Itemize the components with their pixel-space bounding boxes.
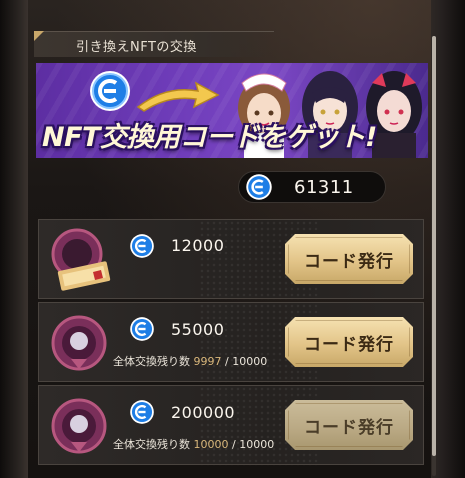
section-title: 引き換えNFTの交換 <box>76 40 197 55</box>
balance-value: 61311 <box>294 177 354 198</box>
arrow-right-icon <box>136 81 220 112</box>
coin-icon <box>246 174 272 200</box>
promo-banner: NFT交換用コードをゲット! <box>36 63 428 158</box>
nft-ticket-icon <box>51 228 111 291</box>
scrollbar-thumb[interactable] <box>432 36 436 456</box>
issue-code-label: コード発行 <box>304 251 394 272</box>
offer-card: 200000 全体交換残り数 10000 / 10000 コード発行 <box>38 385 424 466</box>
section-header: 引き換えNFTの交換 <box>34 31 430 57</box>
issue-code-label: コード発行 <box>304 417 394 438</box>
coin-icon <box>130 234 154 258</box>
nft-badge-icon <box>51 315 107 371</box>
issue-code-button[interactable]: コード発行 <box>285 400 413 450</box>
coin-icon <box>90 71 130 111</box>
header-corner-accent <box>34 31 44 41</box>
issue-code-button[interactable]: コード発行 <box>285 317 413 367</box>
nft-badge-icon <box>51 398 107 454</box>
offer-card: 55000 全体交換残り数 9997 / 10000 コード発行 <box>38 302 424 383</box>
offer-price: 200000 <box>171 403 236 422</box>
remaining-count: 全体交換残り数 9997 / 10000 <box>113 355 268 368</box>
left-edge-shade <box>0 0 28 478</box>
coin-icon <box>130 400 154 424</box>
coin-icon <box>130 317 154 341</box>
offer-card: 12000 コード発行 <box>38 219 424 300</box>
offer-price: 12000 <box>171 236 225 255</box>
remaining-count: 全体交換残り数 10000 / 10000 <box>113 438 275 451</box>
issue-code-button[interactable]: コード発行 <box>285 234 413 284</box>
banner-headline: NFT交換用コードをゲット! <box>42 122 377 153</box>
offer-price: 55000 <box>171 320 225 339</box>
issue-code-label: コード発行 <box>304 334 394 355</box>
right-edge-shade <box>431 0 465 478</box>
